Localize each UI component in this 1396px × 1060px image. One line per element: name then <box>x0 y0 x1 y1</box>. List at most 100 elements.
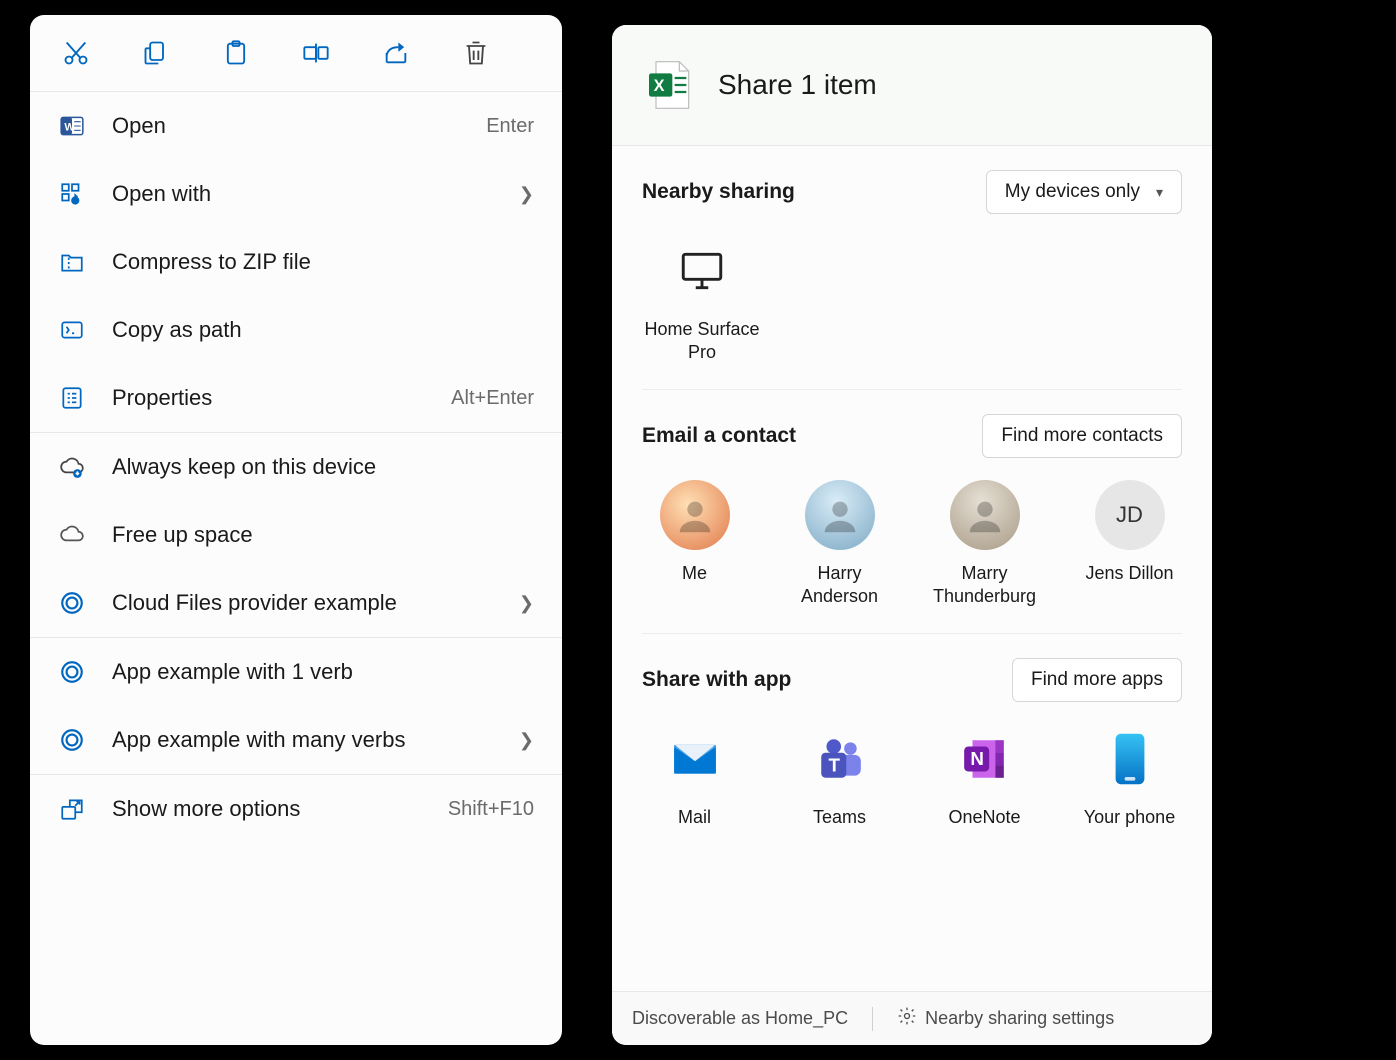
app-label: Your phone <box>1084 806 1175 829</box>
divider <box>872 1007 873 1031</box>
nearby-sharing-section: Nearby sharing My devices only ▾ Home Su… <box>642 170 1182 390</box>
cloud-provider-icon <box>58 589 86 617</box>
menu-item-show-more[interactable]: Show more options Shift+F10 <box>30 775 562 843</box>
find-more-apps-button[interactable]: Find more apps <box>1012 658 1182 702</box>
menu-item-label: App example with many verbs <box>112 727 519 753</box>
discoverable-label: Discoverable as Home_PC <box>632 1008 848 1029</box>
menu-item-label: Compress to ZIP file <box>112 249 534 275</box>
menu-item-accel: Alt+Enter <box>451 387 534 410</box>
more-icon <box>58 795 86 823</box>
contact-label: Jens Dillon <box>1085 562 1173 585</box>
menu-item-accel: Shift+F10 <box>448 798 534 821</box>
contact-label: Marry Thunderburg <box>932 562 1037 609</box>
contact-target[interactable]: Harry Anderson <box>787 480 892 609</box>
avatar: JD <box>1095 480 1165 550</box>
nearby-device[interactable]: Home Surface Pro <box>642 236 762 365</box>
app-label: Teams <box>813 806 866 829</box>
context-toolbar <box>30 15 562 92</box>
menu-item-label: Free up space <box>112 522 534 548</box>
svg-text:W: W <box>64 121 75 133</box>
share-header: X Share 1 item <box>612 25 1212 146</box>
nearby-settings-link[interactable]: Nearby sharing settings <box>897 1006 1114 1031</box>
context-menu: W Open Enter Open with ❯ Compress to ZIP… <box>30 15 562 1045</box>
menu-item-open[interactable]: W Open Enter <box>30 92 562 160</box>
menu-item-compress[interactable]: Compress to ZIP file <box>30 228 562 296</box>
app-icon <box>660 724 730 794</box>
menu-item-accel: Enter <box>486 115 534 138</box>
apps-title: Share with app <box>642 668 791 692</box>
menu-item-label: Show more options <box>112 796 448 822</box>
menu-group: W Open Enter Open with ❯ Compress to ZIP… <box>30 92 562 433</box>
menu-item-free-space[interactable]: Free up space <box>30 501 562 569</box>
menu-item-app-1verb[interactable]: App example with 1 verb <box>30 638 562 706</box>
nearby-mode-select[interactable]: My devices only ▾ <box>986 170 1182 214</box>
zip-icon <box>58 248 86 276</box>
svg-text:T: T <box>828 754 840 775</box>
delete-icon[interactable] <box>458 35 494 71</box>
excel-file-icon: X <box>642 57 698 113</box>
nearby-mode-value: My devices only <box>1005 181 1140 203</box>
word-icon: W <box>58 112 86 140</box>
email-contact-section: Email a contact Find more contacts Me Har… <box>642 414 1182 634</box>
app-icon <box>1095 724 1165 794</box>
share-panel: X Share 1 item Nearby sharing My devices… <box>612 25 1212 1045</box>
app-target[interactable]: Mail <box>642 724 747 829</box>
avatar <box>805 480 875 550</box>
share-title: Share 1 item <box>718 69 877 101</box>
open-with-icon <box>58 180 86 208</box>
cut-icon[interactable] <box>58 35 94 71</box>
app1-icon <box>58 658 86 686</box>
cloud-free-icon <box>58 521 86 549</box>
copy-icon[interactable] <box>138 35 174 71</box>
contact-target[interactable]: JD Jens Dillon <box>1077 480 1182 609</box>
contact-target[interactable]: Me <box>642 480 747 609</box>
menu-group: Show more options Shift+F10 <box>30 775 562 843</box>
menu-item-copy-path[interactable]: Copy as path <box>30 296 562 364</box>
menu-item-cloud-provider[interactable]: Cloud Files provider example ❯ <box>30 569 562 637</box>
menu-group: App example with 1 verb App example with… <box>30 638 562 775</box>
monitor-icon <box>667 236 737 306</box>
rename-icon[interactable] <box>298 35 334 71</box>
chevron-down-icon: ▾ <box>1156 184 1163 201</box>
app-label: Mail <box>678 806 711 829</box>
app-target[interactable]: N OneNote <box>932 724 1037 829</box>
avatar <box>950 480 1020 550</box>
share-icon[interactable] <box>378 35 414 71</box>
menu-item-label: Cloud Files provider example <box>112 590 519 616</box>
app-target[interactable]: T Teams <box>787 724 892 829</box>
app-label: OneNote <box>948 806 1020 829</box>
menu-item-properties[interactable]: Properties Alt+Enter <box>30 364 562 432</box>
share-footer: Discoverable as Home_PC Nearby sharing s… <box>612 991 1212 1045</box>
app-icon: N <box>950 724 1020 794</box>
menu-item-app-many[interactable]: App example with many verbs ❯ <box>30 706 562 774</box>
menu-group: Always keep on this device Free up space… <box>30 433 562 638</box>
chevron-right-icon: ❯ <box>519 593 534 614</box>
app-target[interactable]: Your phone <box>1077 724 1182 829</box>
menu-item-label: Copy as path <box>112 317 534 343</box>
menu-item-label: App example with 1 verb <box>112 659 534 685</box>
share-with-app-section: Share with app Find more apps Mail T Teams… <box>642 658 1182 853</box>
svg-text:N: N <box>970 748 984 769</box>
contact-target[interactable]: Marry Thunderburg <box>932 480 1037 609</box>
email-title: Email a contact <box>642 424 796 448</box>
copy-path-icon <box>58 316 86 344</box>
chevron-right-icon: ❯ <box>519 184 534 205</box>
paste-icon[interactable] <box>218 35 254 71</box>
menu-item-label: Open with <box>112 181 519 207</box>
avatar <box>660 480 730 550</box>
menu-item-open-with[interactable]: Open with ❯ <box>30 160 562 228</box>
menu-item-keep-device[interactable]: Always keep on this device <box>30 433 562 501</box>
cloud-keep-icon <box>58 453 86 481</box>
menu-item-label: Always keep on this device <box>112 454 534 480</box>
menu-item-label: Properties <box>112 385 451 411</box>
chevron-right-icon: ❯ <box>519 730 534 751</box>
gear-icon <box>897 1006 917 1031</box>
app-icon: T <box>805 724 875 794</box>
app2-icon <box>58 726 86 754</box>
nearby-title: Nearby sharing <box>642 180 795 204</box>
find-more-contacts-button[interactable]: Find more contacts <box>982 414 1182 458</box>
contact-label: Me <box>682 562 707 585</box>
device-label: Home Surface Pro <box>642 318 762 365</box>
menu-item-label: Open <box>112 113 486 139</box>
contact-label: Harry Anderson <box>787 562 892 609</box>
